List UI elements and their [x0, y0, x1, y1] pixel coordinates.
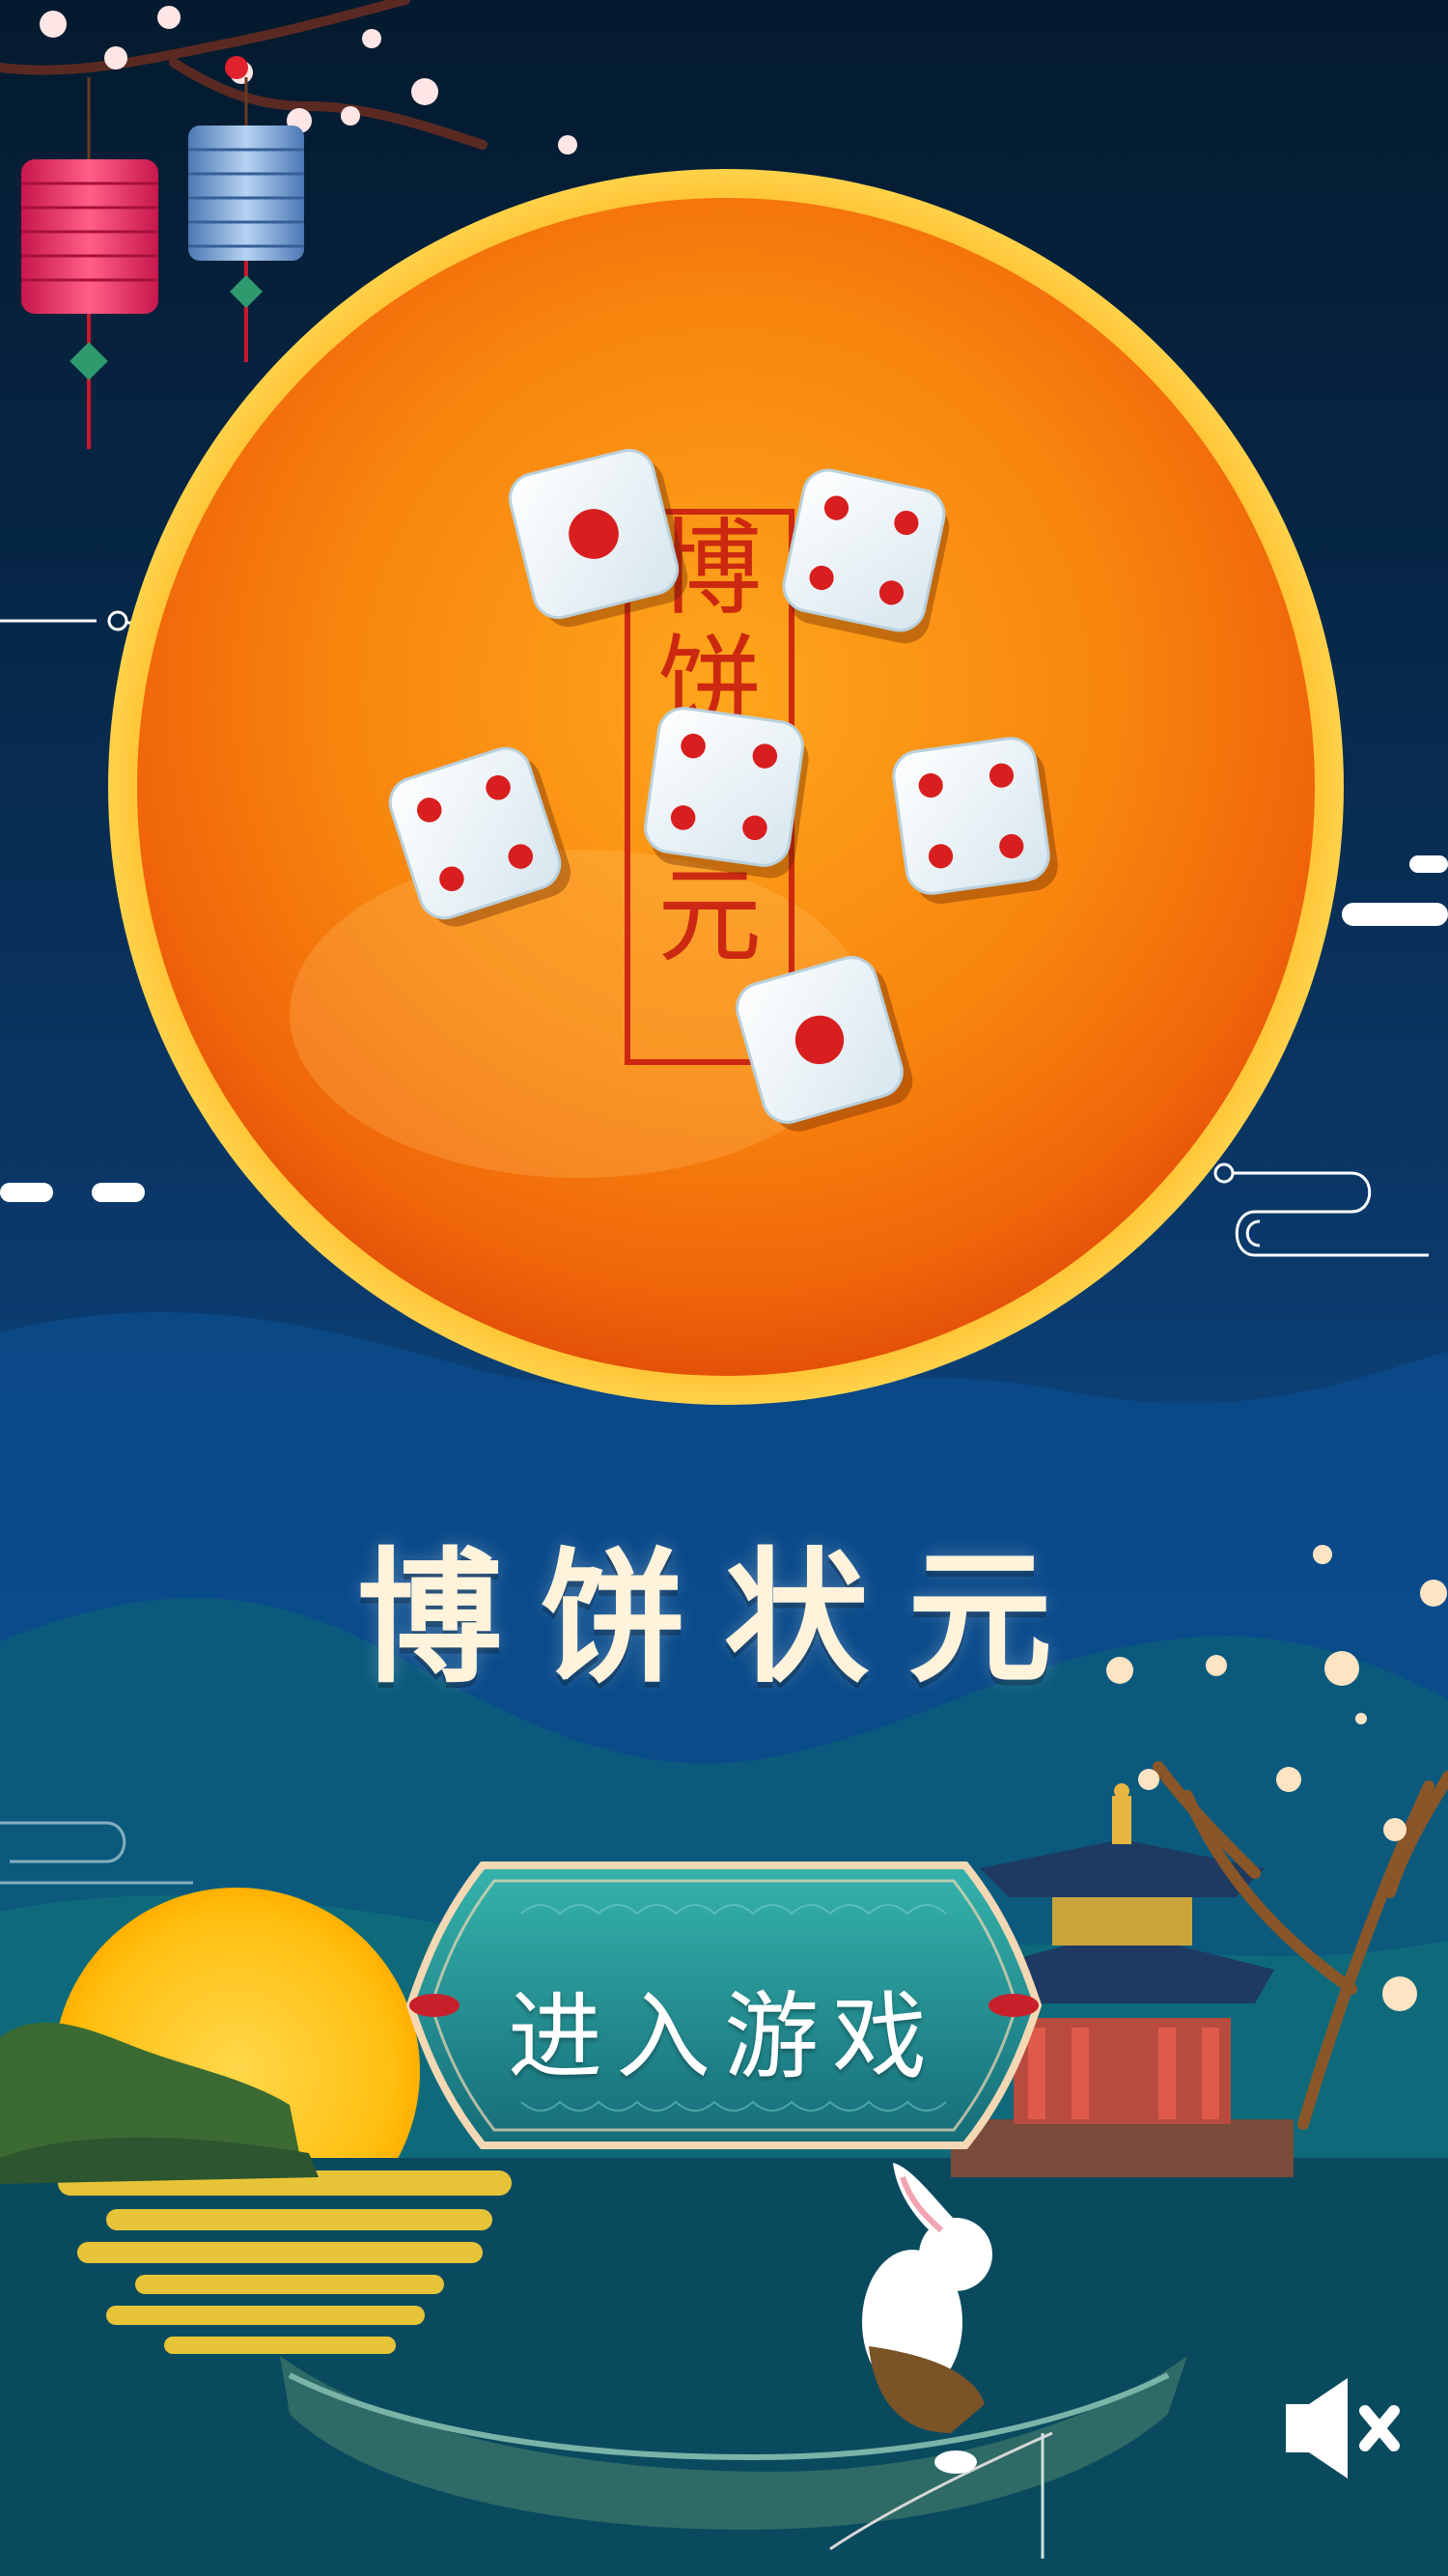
die-2	[782, 468, 950, 644]
die-1	[508, 448, 688, 628]
enter-game-button[interactable]: 进入游戏	[396, 1856, 1052, 2155]
game-title: 博饼状元	[356, 1533, 1091, 1703]
die-4	[644, 707, 809, 879]
die-3	[388, 746, 571, 927]
die-5	[892, 737, 1058, 904]
sound-toggle-button[interactable]	[1274, 2370, 1409, 2486]
die-6	[736, 956, 913, 1132]
speaker-mute-icon	[1286, 2378, 1400, 2478]
game-start-screen: 博饼状元 博饼状元 进入游戏	[0, 0, 1448, 2576]
enter-game-label: 进入游戏	[507, 1982, 940, 2092]
dice-group	[388, 448, 1058, 1132]
